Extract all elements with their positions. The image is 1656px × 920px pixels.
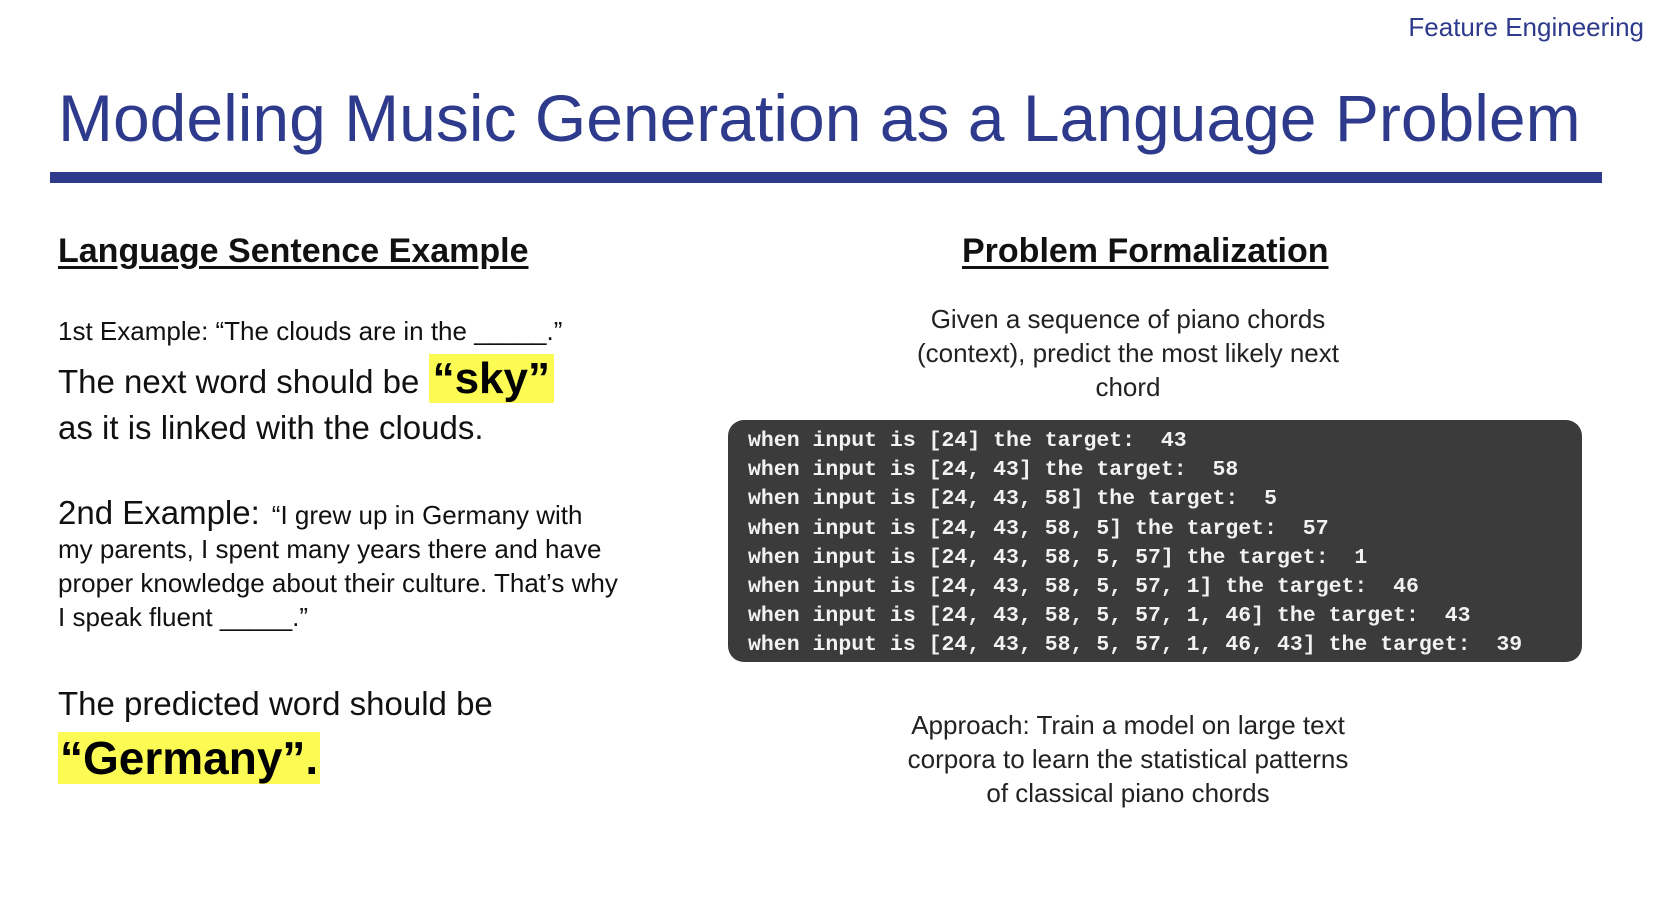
code-line: when input is [24, 43, 58, 5, 57, 1, 46,…	[748, 633, 1523, 658]
problem-formalization-heading: Problem Formalization	[962, 232, 1329, 270]
example2: 2nd Example: “I grew up in Germany with m…	[58, 496, 618, 634]
highlight-germany: “Germany”.	[58, 732, 321, 784]
example1-answer-prefix: The next word should be	[58, 363, 429, 400]
example1-answer-suffix: as it is linked with the clouds.	[58, 409, 484, 446]
problem-description: Given a sequence of piano chords (contex…	[917, 304, 1339, 402]
code-line: when input is [24, 43, 58] the target: 5	[748, 487, 1277, 512]
code-line: when input is [24, 43, 58, 5] the target…	[748, 516, 1329, 541]
prediction-prefix: The predicted word should be	[58, 685, 493, 722]
code-line: when input is [24, 43] the target: 58	[748, 458, 1239, 483]
approach-text: Approach: Train a model on large text co…	[907, 710, 1349, 808]
language-example-heading: Language Sentence Example	[58, 232, 529, 270]
slide-title: Modeling Music Generation as a Language …	[58, 81, 1581, 155]
example2-label: 2nd Example:	[58, 494, 260, 531]
code-line: when input is [24, 43, 58, 5, 57] the ta…	[748, 545, 1368, 570]
code-line: when input is [24] the target: 43	[748, 429, 1187, 453]
section-label: Feature Engineering	[1408, 12, 1644, 42]
code-block: when input is [24] the target: 43 when i…	[728, 420, 1582, 662]
example1-prompt: 1st Example: “The clouds are in the ____…	[58, 316, 563, 346]
example1-answer: The next word should be “sky” as it is l…	[58, 354, 658, 451]
title-divider	[50, 172, 1602, 183]
highlight-sky: “sky”	[428, 354, 554, 403]
prediction: The predicted word should be “Germany”.	[58, 680, 658, 787]
code-line: when input is [24, 43, 58, 5, 57, 1] the…	[748, 575, 1419, 600]
code-line: when input is [24, 43, 58, 5, 57, 1, 46]…	[748, 604, 1471, 629]
